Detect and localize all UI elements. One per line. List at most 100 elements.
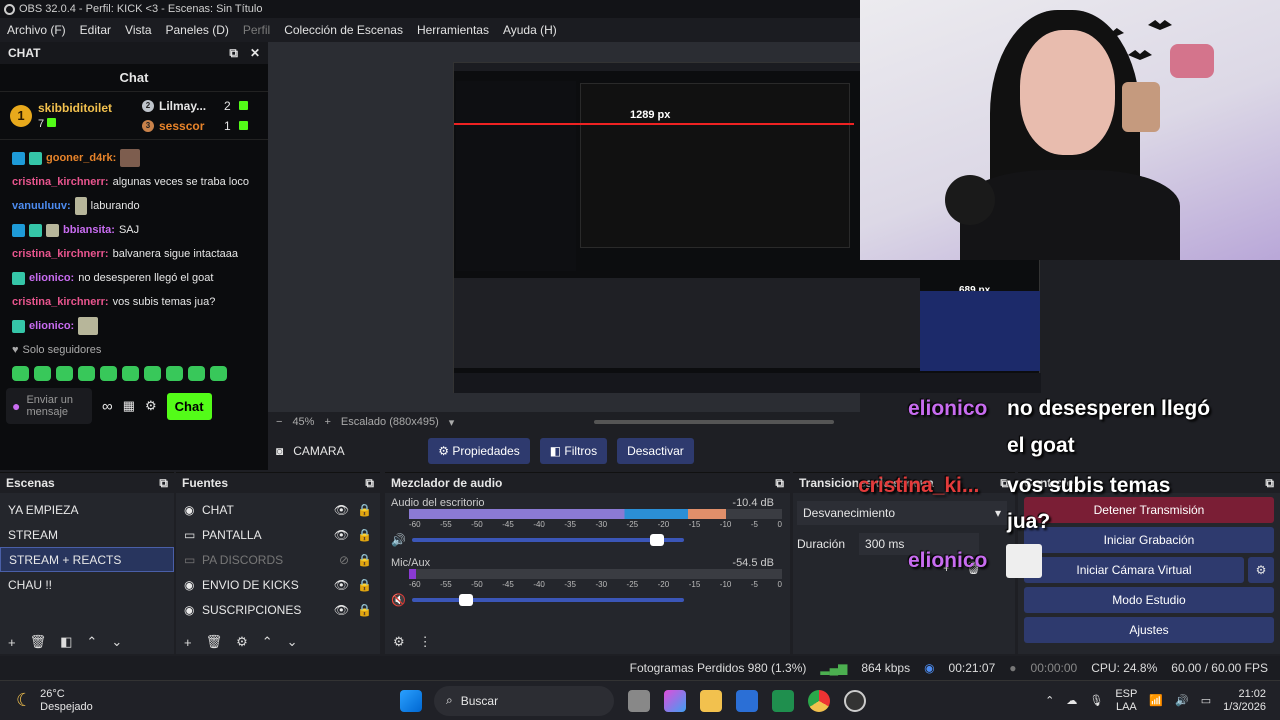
undock-icon[interactable]: ⧉ xyxy=(365,476,374,491)
leader-1-name[interactable]: skibbiditoilet xyxy=(38,101,136,115)
lock-icon[interactable]: 🔒 xyxy=(357,528,372,542)
studio-mode-button[interactable]: Modo Estudio xyxy=(1024,587,1274,613)
eye-hidden-icon[interactable]: ⊘ xyxy=(339,553,349,567)
emote-icon[interactable] xyxy=(56,365,73,381)
scaling-dropdown-icon[interactable]: ▾ xyxy=(449,416,455,429)
eye-icon[interactable]: 👁 xyxy=(334,603,349,617)
properties-button[interactable]: ⚙ Propiedades xyxy=(428,438,530,464)
copilot-icon[interactable] xyxy=(664,689,686,712)
clock-time[interactable]: 21:02 xyxy=(1238,688,1266,701)
chat-username[interactable]: elionico: xyxy=(29,272,74,284)
stop-streaming-button[interactable]: Detener Transmisión xyxy=(1024,497,1274,523)
chat-username[interactable]: bbiansita: xyxy=(63,224,115,236)
cloud-icon[interactable]: ☁ xyxy=(1066,694,1077,707)
battery-icon[interactable]: ▭ xyxy=(1201,694,1211,707)
chat-username[interactable]: cristina_kirchnerr: xyxy=(12,248,109,260)
scene-item[interactable]: YA EMPIEZA xyxy=(0,497,174,522)
virtual-camera-settings-icon[interactable]: ⚙ xyxy=(1248,557,1274,583)
undock-icon[interactable]: ⧉ xyxy=(159,476,168,491)
advanced-audio-icon[interactable]: ⚙ xyxy=(393,634,405,650)
source-item[interactable]: ◉ SUSCRIPCIONES 👁 🔒 xyxy=(176,597,380,622)
trash-icon[interactable]: 🗑 xyxy=(30,634,47,650)
gear-icon[interactable]: ⚙ xyxy=(236,634,248,650)
leader-2-name[interactable]: Lilmay... xyxy=(159,99,219,113)
emote-icon[interactable] xyxy=(100,365,117,381)
zoom-in-icon[interactable]: + xyxy=(324,416,330,428)
preview-scrollbar[interactable] xyxy=(594,420,835,424)
obs-taskbar-icon[interactable] xyxy=(844,689,866,712)
scene-item[interactable]: CHAU !! xyxy=(0,572,174,597)
excel-icon[interactable] xyxy=(772,689,794,712)
menu-herramientas[interactable]: Herramientas xyxy=(410,23,496,37)
source-item[interactable]: ◉ CHAT 👁 🔒 xyxy=(176,497,380,522)
wifi-icon[interactable]: 📶 xyxy=(1149,694,1163,707)
move-down-icon[interactable]: ⌄ xyxy=(111,634,122,650)
emote-icon[interactable] xyxy=(188,365,205,381)
close-icon[interactable]: ✕ xyxy=(250,46,260,61)
undock-icon[interactable]: ⧉ xyxy=(775,476,784,491)
source-item[interactable]: ▭ PANTALLA 👁 🔒 xyxy=(176,522,380,547)
more-options-icon[interactable]: ⋮ xyxy=(419,634,432,650)
gear-icon[interactable]: ⚙ xyxy=(145,398,157,414)
file-explorer-icon[interactable] xyxy=(700,689,722,712)
start-recording-button[interactable]: Iniciar Grabación xyxy=(1024,527,1274,553)
chat-username[interactable]: vanuuluuv: xyxy=(12,200,71,212)
menu-perfil[interactable]: Perfil xyxy=(236,23,277,37)
move-up-icon[interactable]: ⌃ xyxy=(86,634,97,650)
filter-icon[interactable]: ◧ xyxy=(60,634,72,650)
volume-slider-handle[interactable] xyxy=(649,534,664,546)
emote-icon[interactable] xyxy=(144,365,161,381)
chat-username[interactable]: cristina_kirchnerr: xyxy=(12,296,109,308)
volume-slider[interactable] xyxy=(411,534,684,546)
settings-button[interactable]: Ajustes xyxy=(1024,617,1274,643)
menu-coleccion-escenas[interactable]: Colección de Escenas xyxy=(277,23,410,37)
scene-item-selected[interactable]: STREAM + REACTS xyxy=(0,547,174,572)
emote-icon[interactable] xyxy=(166,365,183,381)
transition-select[interactable]: Desvanecimiento ▾ xyxy=(797,501,1007,525)
volume-icon[interactable]: 🔊 xyxy=(1175,694,1189,707)
lock-icon[interactable]: 🔒 xyxy=(357,578,372,592)
move-up-icon[interactable]: ⌃ xyxy=(262,634,273,650)
lock-icon[interactable]: 🔒 xyxy=(357,603,372,617)
weather-widget[interactable]: ☾ 26°C Despejado xyxy=(0,688,400,714)
filters-button[interactable]: ◧ Filtros xyxy=(539,438,608,464)
chat-username[interactable]: cristina_kirchnerr: xyxy=(12,176,109,188)
menu-vista[interactable]: Vista xyxy=(118,23,158,37)
chat-username[interactable]: elionico: xyxy=(29,320,74,332)
eye-icon[interactable]: 👁 xyxy=(334,528,349,542)
windows-start-icon[interactable] xyxy=(400,689,422,712)
chat-input[interactable]: ● Enviar un mensaje xyxy=(6,388,92,424)
taskbar-search[interactable]: ⌕ Buscar xyxy=(434,685,614,716)
mic-icon[interactable]: ● xyxy=(12,399,20,413)
zoom-out-icon[interactable]: − xyxy=(276,416,282,428)
language-layout[interactable]: LAA xyxy=(1116,701,1137,714)
undock-icon[interactable]: ⧉ xyxy=(1265,476,1274,491)
leader-3-name[interactable]: sesscor xyxy=(159,119,219,133)
add-icon[interactable]: + xyxy=(184,635,192,650)
lock-icon[interactable]: 🔒 xyxy=(357,553,372,567)
scene-item[interactable]: STREAM xyxy=(0,522,174,547)
eye-icon[interactable]: 👁 xyxy=(334,578,349,592)
menu-ayuda[interactable]: Ayuda (H) xyxy=(496,23,564,37)
menu-archivo[interactable]: Archivo (F) xyxy=(0,23,73,37)
emote-icon[interactable] xyxy=(78,365,95,381)
emote-icon[interactable] xyxy=(12,365,29,381)
speaker-muted-icon[interactable]: 🔇 xyxy=(391,593,406,607)
volume-slider-handle[interactable] xyxy=(459,594,474,606)
chrome-icon[interactable] xyxy=(808,689,830,712)
deactivate-button[interactable]: Desactivar xyxy=(617,438,694,464)
start-virtual-camera-button[interactable]: Iniciar Cámara Virtual xyxy=(1024,557,1244,583)
infinity-icon[interactable]: ∞ xyxy=(102,398,113,415)
trash-icon[interactable]: 🗑 xyxy=(206,634,223,650)
menu-editar[interactable]: Editar xyxy=(73,23,118,37)
clock-date[interactable]: 1/3/2026 xyxy=(1223,701,1266,714)
speaker-icon[interactable]: 🔊 xyxy=(391,533,406,547)
emote-icon[interactable] xyxy=(34,365,51,381)
store-icon[interactable]: ▦ xyxy=(123,398,135,414)
source-item[interactable]: ◉ ENVIO DE KICKS 👁 🔒 xyxy=(176,572,380,597)
language-code[interactable]: ESP xyxy=(1115,688,1137,701)
lock-icon[interactable]: 🔒 xyxy=(357,503,372,517)
emote-icon[interactable] xyxy=(122,365,139,381)
word-icon[interactable] xyxy=(736,689,758,712)
eye-icon[interactable]: 👁 xyxy=(334,503,349,517)
